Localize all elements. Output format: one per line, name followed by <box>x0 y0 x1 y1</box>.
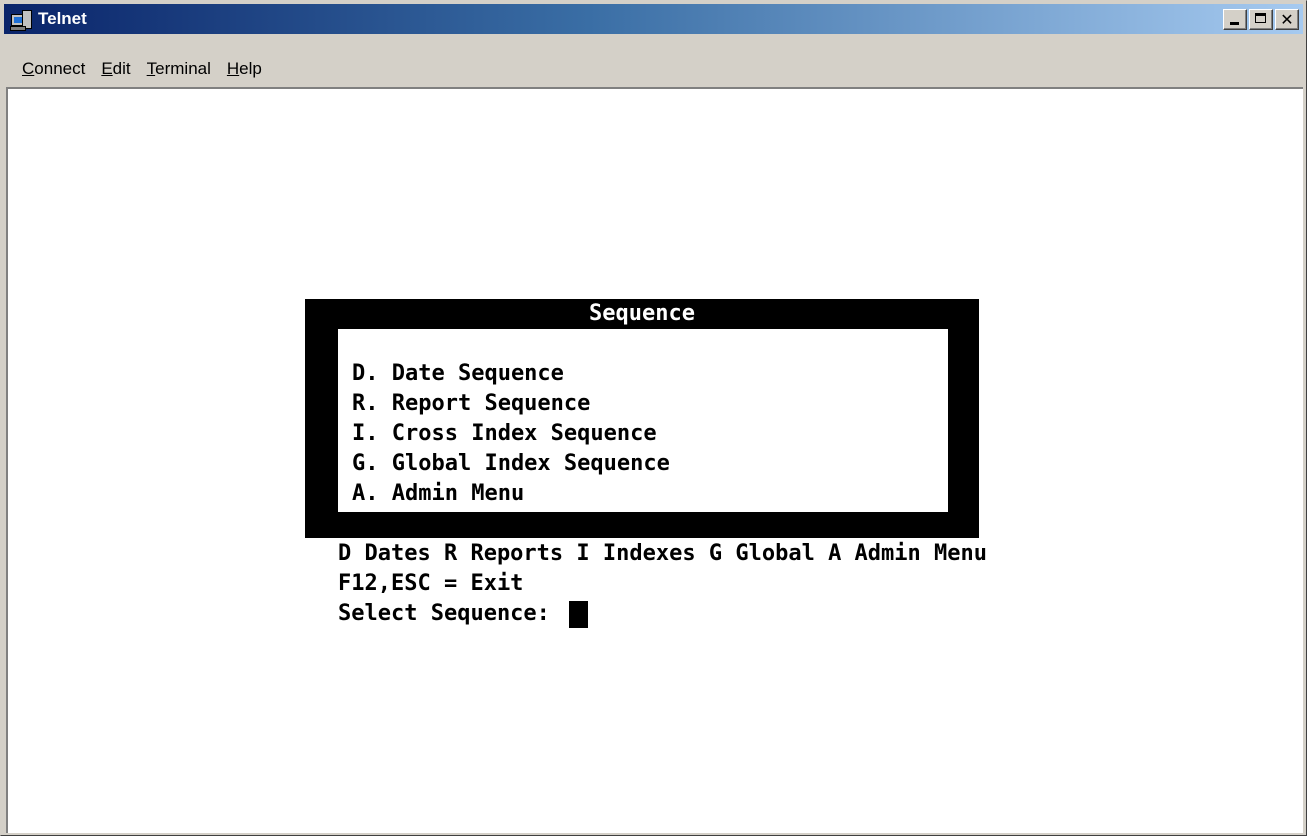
option-date-sequence[interactable]: D. Date Sequence <box>352 359 564 389</box>
option-admin-menu[interactable]: A. Admin Menu <box>352 479 524 509</box>
select-prompt[interactable]: Select Sequence: <box>338 599 589 629</box>
dialog-title: Sequence <box>589 301 695 326</box>
menu-edit[interactable]: Edit <box>93 59 138 79</box>
title-bar[interactable]: Telnet ✕ <box>4 4 1303 34</box>
caption-buttons: ✕ <box>1223 9 1299 30</box>
telnet-window: Telnet ✕ Connect Edit Terminal Help Sequ… <box>0 0 1307 836</box>
menu-terminal[interactable]: Terminal <box>139 59 219 79</box>
close-icon: ✕ <box>1280 9 1294 29</box>
dialog-title-bar: Sequence <box>305 299 979 329</box>
telnet-computer-icon[interactable] <box>10 8 32 31</box>
window-title: Telnet <box>38 9 87 28</box>
sequence-dialog: Sequence D. Date Sequence R. Report Sequ… <box>305 299 979 538</box>
dialog-body: D. Date Sequence R. Report Sequence I. C… <box>338 329 948 512</box>
menu-bar: Connect Edit Terminal Help <box>4 55 1303 83</box>
close-button[interactable]: ✕ <box>1275 9 1299 30</box>
menu-help[interactable]: Help <box>219 59 270 79</box>
text-cursor <box>569 600 589 628</box>
minimize-button[interactable] <box>1223 9 1247 30</box>
option-report-sequence[interactable]: R. Report Sequence <box>352 389 590 419</box>
hint-line: D Dates R Reports I Indexes G Global A A… <box>338 541 988 566</box>
maximize-icon <box>1255 13 1266 23</box>
minimize-icon <box>1230 22 1239 25</box>
exit-hint: F12,ESC = Exit <box>338 571 524 596</box>
terminal-screen[interactable]: Sequence D. Date Sequence R. Report Sequ… <box>6 87 1303 833</box>
option-global-index-sequence[interactable]: G. Global Index Sequence <box>352 449 670 479</box>
prompt-label: Select Sequence: <box>338 601 564 626</box>
menu-connect[interactable]: Connect <box>4 59 93 79</box>
option-cross-index-sequence[interactable]: I. Cross Index Sequence <box>352 419 657 449</box>
maximize-button[interactable] <box>1249 9 1273 30</box>
